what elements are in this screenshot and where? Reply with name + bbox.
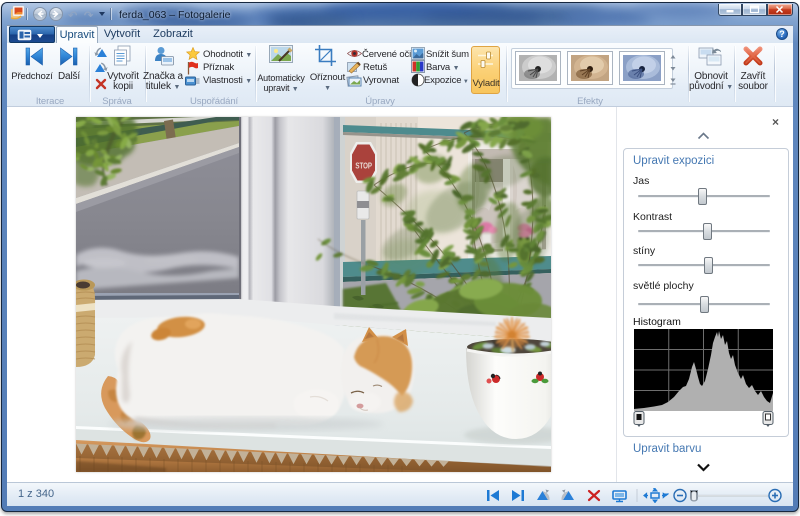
svg-text:STOP: STOP (355, 162, 372, 171)
